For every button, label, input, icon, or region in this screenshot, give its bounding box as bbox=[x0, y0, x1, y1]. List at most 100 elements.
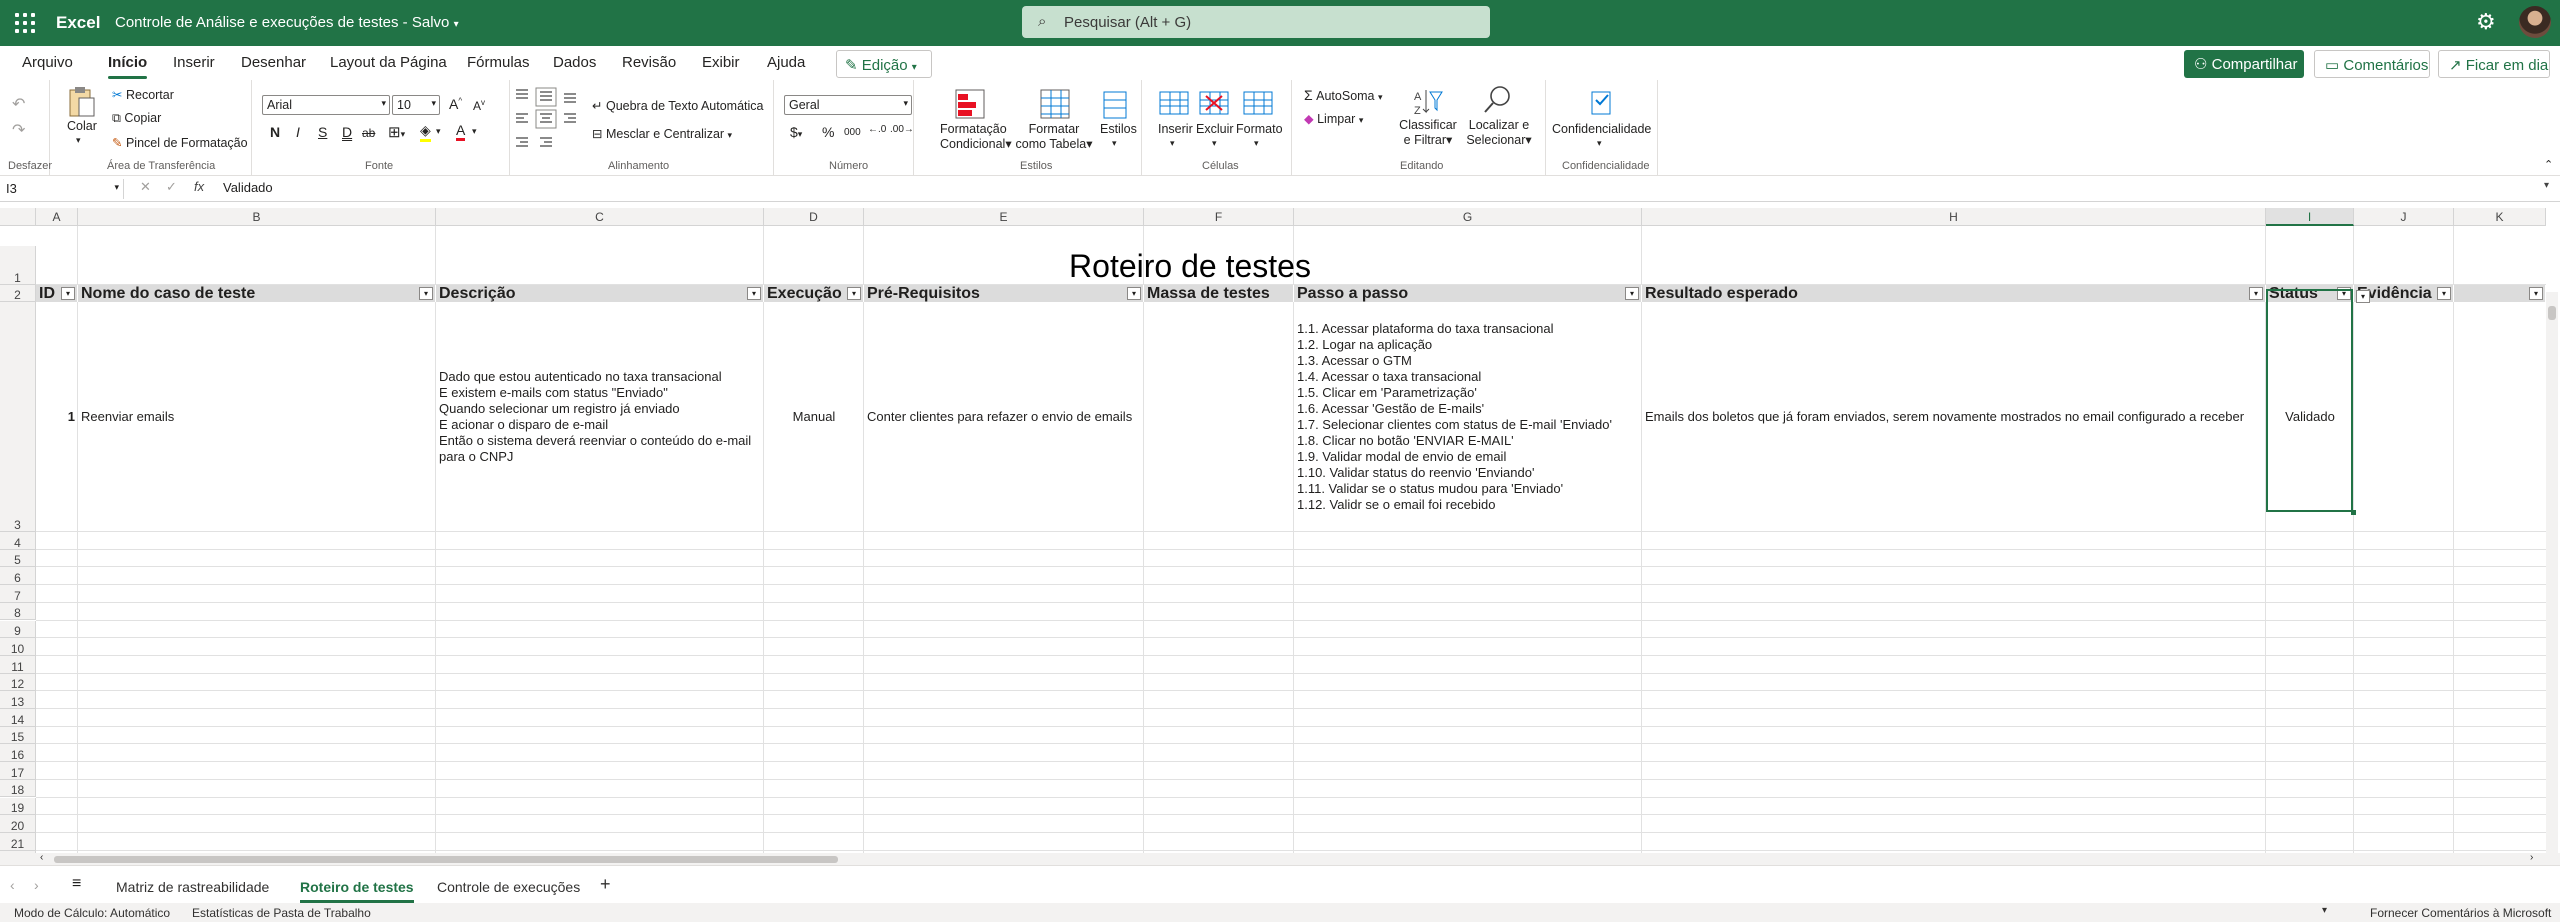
menu-formulas[interactable]: Fórmulas bbox=[467, 54, 530, 71]
sort-filter-button[interactable]: Classificar e Filtrar▾ bbox=[1396, 118, 1460, 148]
autosum-button[interactable]: Σ AutoSoma ▾ bbox=[1304, 87, 1383, 103]
table-header-cell[interactable]: Nome do caso de teste ▾ bbox=[78, 285, 436, 302]
row-header-15[interactable]: 15 bbox=[0, 726, 36, 745]
borders-icon[interactable]: ⊞▾ bbox=[388, 123, 405, 141]
filter-dropdown-icon[interactable]: ▾ bbox=[419, 287, 433, 300]
row-header-13[interactable]: 13 bbox=[0, 691, 36, 709]
table-header-cell[interactable]: Resultado esperado ▾ bbox=[1642, 285, 2266, 302]
row-header-21[interactable]: 21 bbox=[0, 832, 36, 851]
chevron-down-icon[interactable]: ▾ bbox=[472, 126, 477, 137]
row-header-10[interactable]: 10 bbox=[0, 638, 36, 656]
table-header-cell[interactable]: ▾ bbox=[2454, 285, 2546, 302]
filter-dropdown-icon[interactable]: ▾ bbox=[747, 287, 761, 300]
chevron-down-icon[interactable]: ▾ bbox=[1212, 138, 1217, 149]
chevron-down-icon[interactable]: ▾ bbox=[1254, 138, 1259, 149]
filter-dropdown-icon[interactable]: ▾ bbox=[2437, 287, 2451, 300]
cut-button[interactable]: ✂ Recortar bbox=[112, 87, 174, 102]
column-header-b[interactable]: B bbox=[78, 208, 436, 226]
cell-execution[interactable]: Manual bbox=[764, 302, 864, 532]
menu-desenhar[interactable]: Desenhar bbox=[241, 54, 306, 71]
filter-dropdown-icon[interactable]: ▾ bbox=[2529, 287, 2543, 300]
format-table-icon[interactable] bbox=[1039, 88, 1071, 120]
comma-style-icon[interactable]: 000 bbox=[844, 127, 861, 138]
catch-up-button[interactable]: ↗ Ficar em dia bbox=[2438, 50, 2550, 78]
table-header-cell[interactable]: Passo a passo ▾ bbox=[1294, 285, 1642, 302]
cell-id[interactable]: 1 bbox=[36, 302, 78, 532]
strikethrough-button[interactable]: ab bbox=[362, 126, 375, 140]
insert-cells-icon[interactable] bbox=[1158, 88, 1190, 120]
chevron-down-icon[interactable]: ▾ bbox=[76, 135, 81, 146]
row-header-7[interactable]: 7 bbox=[0, 585, 36, 603]
scroll-left-icon[interactable]: ‹ bbox=[40, 852, 43, 863]
table-header-cell[interactable]: Massa de testes bbox=[1144, 285, 1294, 302]
feedback-link[interactable]: Fornecer Comentários à Microsoft bbox=[2370, 906, 2551, 920]
prev-sheet-icon[interactable]: ‹ bbox=[10, 877, 15, 893]
calc-mode[interactable]: Modo de Cálculo: Automático bbox=[14, 906, 170, 920]
column-header-h[interactable]: H bbox=[1642, 208, 2266, 226]
alignment-icons[interactable] bbox=[512, 86, 582, 156]
fill-handle[interactable] bbox=[2351, 510, 2356, 515]
conditional-format-icon[interactable] bbox=[954, 88, 986, 120]
merge-center-button[interactable]: ⊟ Mesclar e Centralizar ▾ bbox=[592, 126, 732, 141]
table-header-cell[interactable]: Descrição ▾ bbox=[436, 285, 764, 302]
cell-styles-icon[interactable] bbox=[1100, 88, 1132, 120]
row-header-4[interactable]: 4 bbox=[0, 532, 36, 550]
table-header-cell[interactable]: ID ▾ bbox=[36, 285, 78, 302]
expand-formula-icon[interactable]: ▾ bbox=[2544, 180, 2549, 191]
undo-icon[interactable]: ↶ bbox=[12, 94, 25, 114]
clear-button[interactable]: ◆ Limpar ▾ bbox=[1304, 111, 1363, 126]
column-header-d[interactable]: D bbox=[764, 208, 864, 226]
fill-color-icon[interactable]: ◈ bbox=[420, 122, 431, 142]
underline-button[interactable]: S bbox=[318, 124, 327, 140]
format-cells-button[interactable]: Formato bbox=[1236, 122, 1283, 136]
menu-inicio[interactable]: Início bbox=[108, 54, 148, 79]
selected-cell-i3[interactable] bbox=[2266, 289, 2353, 512]
share-button[interactable]: ⚇ Compartilhar bbox=[2184, 50, 2304, 78]
wrap-text-button[interactable]: ↵ Quebra de Texto Automática bbox=[592, 98, 763, 113]
filter-dropdown-icon[interactable]: ▾ bbox=[61, 287, 75, 300]
row-header-16[interactable]: 16 bbox=[0, 744, 36, 763]
chevron-down-icon[interactable]: ▾ bbox=[2322, 905, 2327, 916]
all-sheets-icon[interactable]: ≡ bbox=[72, 875, 81, 893]
column-header-c[interactable]: C bbox=[436, 208, 764, 226]
row-header-12[interactable]: 12 bbox=[0, 673, 36, 692]
app-launcher-icon[interactable] bbox=[14, 12, 36, 34]
add-sheet-icon[interactable]: + bbox=[600, 874, 611, 895]
sort-filter-icon[interactable]: AZ bbox=[1412, 86, 1444, 118]
bold-button[interactable]: N bbox=[270, 124, 280, 140]
cell-evidence[interactable] bbox=[2354, 302, 2454, 532]
column-header-a[interactable]: A bbox=[36, 208, 78, 226]
increase-decimal-icon[interactable]: ←.0 bbox=[868, 124, 886, 135]
cell-styles-button[interactable]: Estilos bbox=[1100, 122, 1137, 136]
row-header-1[interactable]: 1 bbox=[0, 246, 36, 285]
chevron-down-icon[interactable]: ▾ bbox=[1597, 138, 1602, 149]
currency-icon[interactable]: $▾ bbox=[790, 124, 802, 140]
paste-icon[interactable] bbox=[66, 86, 96, 118]
row-header-5[interactable]: 5 bbox=[0, 549, 36, 568]
format-painter-button[interactable]: ✎ Pincel de Formatação bbox=[112, 135, 248, 150]
row-header-9[interactable]: 9 bbox=[0, 620, 36, 639]
increase-font-icon[interactable]: A^ bbox=[449, 96, 462, 112]
cell-prereq[interactable]: Conter clientes para refazer o envio de … bbox=[864, 302, 1144, 532]
filter-dropdown-icon[interactable]: ▾ bbox=[1625, 287, 1639, 300]
horizontal-scroll-thumb[interactable] bbox=[54, 856, 838, 863]
filter-dropdown-icon[interactable]: ▾ bbox=[847, 287, 861, 300]
vertical-scroll-thumb[interactable] bbox=[2548, 306, 2556, 320]
filter-dropdown-icon[interactable]: ▾ bbox=[2356, 290, 2370, 303]
menu-exibir[interactable]: Exibir bbox=[702, 54, 740, 71]
search-input[interactable]: ⌕ Pesquisar (Alt + G) bbox=[1022, 6, 1490, 38]
chevron-down-icon[interactable]: ▾ bbox=[1112, 138, 1117, 149]
decrease-decimal-icon[interactable]: .00→ bbox=[890, 124, 914, 135]
sheet-tab-matriz[interactable]: Matriz de rastreabilidade bbox=[116, 879, 269, 895]
sensitivity-icon[interactable] bbox=[1586, 86, 1616, 118]
row-header-11[interactable]: 11 bbox=[0, 655, 36, 674]
filter-dropdown-icon[interactable]: ▾ bbox=[2249, 287, 2263, 300]
menu-dados[interactable]: Dados bbox=[553, 54, 596, 71]
copy-button[interactable]: ⧉ Copiar bbox=[112, 111, 161, 126]
row-header-20[interactable]: 20 bbox=[0, 815, 36, 833]
workbook-stats[interactable]: Estatísticas de Pasta de Trabalho bbox=[192, 906, 371, 920]
column-header-g[interactable]: G bbox=[1294, 208, 1642, 226]
insert-cells-button[interactable]: Inserir bbox=[1158, 122, 1193, 136]
formula-input[interactable]: Validado bbox=[223, 180, 273, 195]
delete-cells-icon[interactable] bbox=[1198, 88, 1230, 120]
